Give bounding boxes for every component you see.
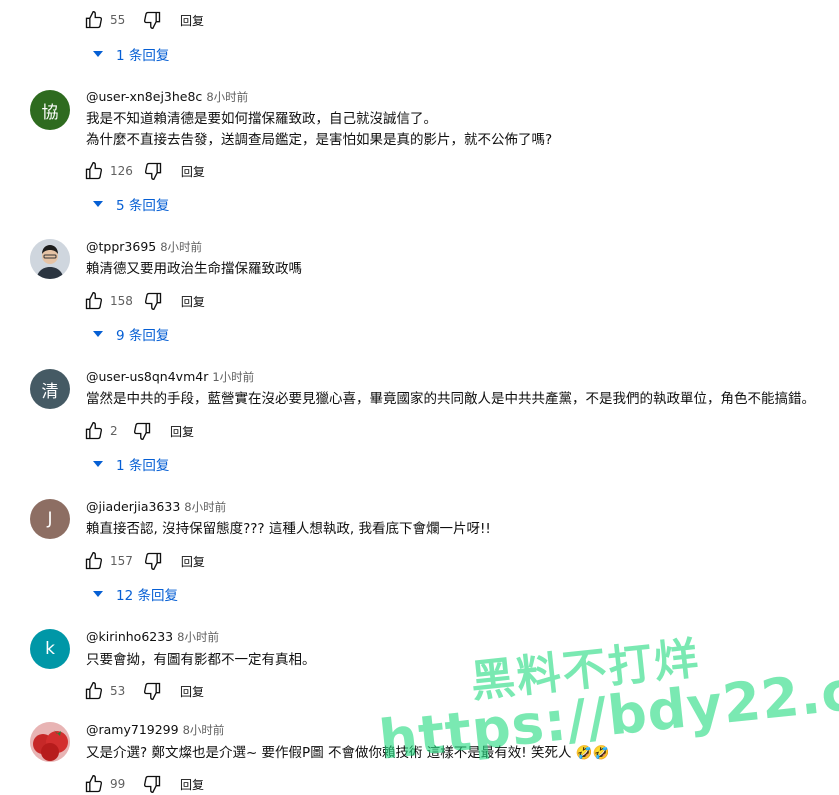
comment-author[interactable]: @jiaderjia3633: [86, 499, 180, 514]
replies-label: 12 条回复: [116, 588, 178, 604]
like-icon[interactable]: [84, 161, 104, 181]
comment-time[interactable]: 8小时前: [184, 500, 226, 514]
avatar[interactable]: 清: [30, 369, 70, 409]
like-count: 53: [110, 684, 126, 698]
comment-header: @user-xn8ej3he8c 8小时前: [86, 89, 248, 105]
comment-header: @kirinho6233 8小时前: [86, 629, 219, 645]
dislike-icon[interactable]: [143, 551, 163, 571]
dislike-icon[interactable]: [143, 291, 163, 311]
comment-header: @ramy719299 8小时前: [86, 722, 224, 738]
like-count: 126: [110, 164, 133, 178]
person-photo-icon: [30, 239, 70, 279]
comment-author[interactable]: @ramy719299: [86, 722, 179, 737]
comment-actions: 53 回复: [84, 680, 204, 702]
chevron-down-icon: [93, 461, 103, 467]
comment-text-line: 賴清德又要用政治生命擋保羅致政嗎: [86, 261, 302, 277]
replies-label: 5 条回复: [116, 198, 170, 214]
like-count: 55: [110, 13, 126, 27]
avatar[interactable]: k: [30, 629, 70, 669]
comment-author[interactable]: @user-xn8ej3he8c: [86, 89, 202, 104]
reply-button[interactable]: 回复: [180, 776, 204, 793]
avatar[interactable]: [30, 239, 70, 279]
comment-header: @jiaderjia3633 8小时前: [86, 499, 226, 515]
like-count: 99: [110, 777, 126, 791]
like-count: 157: [110, 554, 133, 568]
dislike-icon[interactable]: [143, 161, 163, 181]
chevron-down-icon: [93, 591, 103, 597]
avatar[interactable]: J: [30, 499, 70, 539]
chevron-down-icon: [93, 201, 103, 207]
view-replies-button[interactable]: 1 条回复: [90, 453, 169, 475]
dislike-icon[interactable]: [142, 774, 162, 794]
comment-time[interactable]: 1小时前: [212, 370, 254, 384]
avatar[interactable]: [30, 722, 70, 762]
replies-label: 1 条回复: [116, 458, 170, 474]
comment-time[interactable]: 8小时前: [177, 630, 219, 644]
comment-time[interactable]: 8小时前: [160, 240, 202, 254]
comment-actions: 157 回复: [84, 550, 205, 572]
comment-author[interactable]: @tppr3695: [86, 239, 156, 254]
view-replies-button[interactable]: 12 条回复: [90, 583, 178, 605]
replies-label: 1 条回复: [116, 48, 170, 64]
reply-button[interactable]: 回复: [180, 12, 204, 29]
comment-time[interactable]: 8小时前: [183, 723, 225, 737]
like-icon[interactable]: [84, 10, 104, 30]
replies-label: 9 条回复: [116, 328, 170, 344]
comment-actions: 99 回复: [84, 773, 204, 795]
avatar[interactable]: 協: [30, 90, 70, 130]
dislike-icon[interactable]: [142, 10, 162, 30]
like-count: 158: [110, 294, 133, 308]
comment-actions: 158 回复: [84, 290, 205, 312]
like-count: 2: [110, 424, 118, 438]
like-icon[interactable]: [84, 421, 104, 441]
chevron-down-icon: [93, 331, 103, 337]
comment-text-line: 只要會拗，有圖有影都不一定有真相。: [86, 652, 316, 668]
comment-author[interactable]: @kirinho6233: [86, 629, 173, 644]
comment-header: @user-us8qn4vm4r 1小时前: [86, 369, 254, 385]
dislike-icon[interactable]: [142, 681, 162, 701]
view-replies-button[interactable]: 5 条回复: [90, 193, 169, 215]
comment-author[interactable]: @user-us8qn4vm4r: [86, 369, 208, 384]
comment-text-line: 當然是中共的手段，藍營實在沒必要見獵心喜，畢竟國家的共同敵人是中共共產黨，不是我…: [86, 391, 815, 407]
view-replies-button[interactable]: 9 条回复: [90, 323, 169, 345]
reply-button[interactable]: 回复: [181, 163, 205, 180]
comment-header: @tppr3695 8小时前: [86, 239, 202, 255]
dislike-icon[interactable]: [132, 421, 152, 441]
chevron-down-icon: [93, 51, 103, 57]
reply-button[interactable]: 回复: [180, 683, 204, 700]
reply-button[interactable]: 回复: [181, 293, 205, 310]
comment-text-line: 我是不知道賴清德是要如何擋保羅致政，自己就沒誠信了。: [86, 111, 437, 127]
reply-button[interactable]: 回复: [170, 423, 194, 440]
like-icon[interactable]: [84, 291, 104, 311]
comment-text-line: 為什麼不直接去告發，送調查局鑑定，是害怕如果是真的影片，就不公佈了嗎?: [86, 132, 553, 148]
like-icon[interactable]: [84, 681, 104, 701]
comment-time[interactable]: 8小时前: [206, 90, 248, 104]
reply-button[interactable]: 回复: [181, 553, 205, 570]
comment-actions: 55 回复: [84, 9, 204, 31]
view-replies-button[interactable]: 1 条回复: [90, 43, 169, 65]
strawberries-photo-icon: [30, 722, 70, 762]
comment-text-line: 賴直接否認, 沒持保留態度??? 這種人想執政, 我看底下會爛一片呀!!: [86, 521, 491, 537]
comment-actions: 126 回复: [84, 160, 205, 182]
like-icon[interactable]: [84, 774, 104, 794]
comment-actions: 2 回复: [84, 420, 194, 442]
like-icon[interactable]: [84, 551, 104, 571]
